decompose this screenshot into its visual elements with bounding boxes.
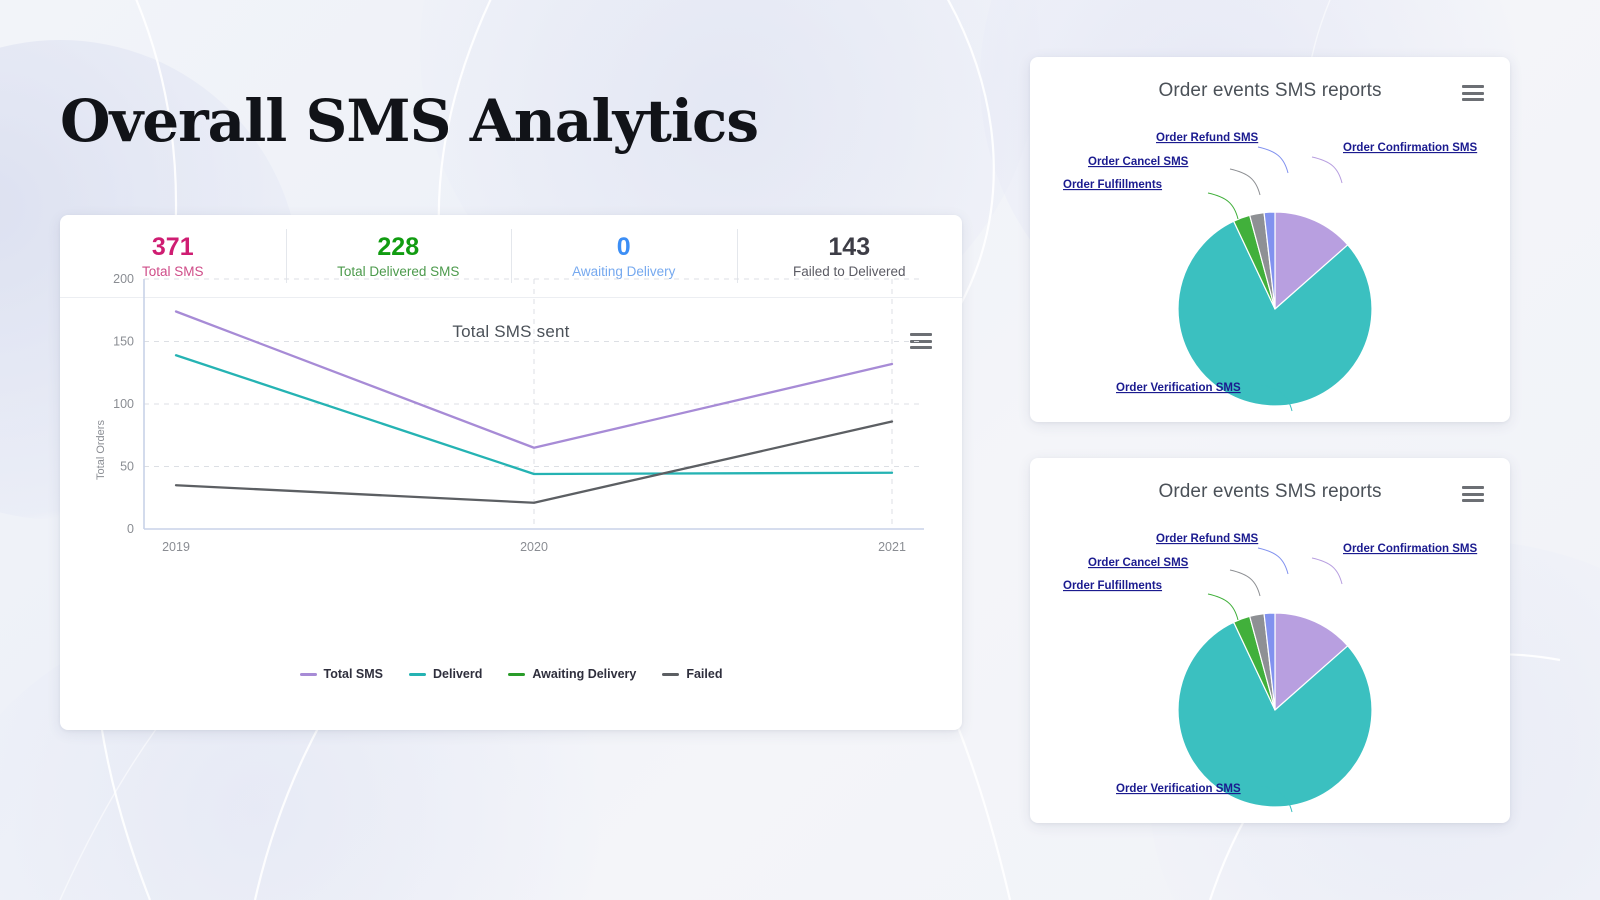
pie-slice-label[interactable]: Order Refund SMS	[1156, 132, 1259, 144]
pie-leader-line	[1207, 192, 1239, 220]
page-title: Overall SMS Analytics	[60, 87, 759, 155]
pie-leader-line	[1229, 168, 1261, 196]
legend-swatch	[299, 672, 317, 676]
legend-item[interactable]: Total SMS	[299, 667, 384, 681]
pie-slice-label[interactable]: Order Cancel SMS	[1088, 156, 1189, 168]
legend-label: Total SMS	[323, 667, 384, 681]
stat-value: 371	[151, 232, 194, 261]
svg-text:50: 50	[120, 460, 134, 474]
svg-text:200: 200	[113, 272, 134, 286]
legend-swatch	[409, 672, 427, 676]
order-events-sms-reports-card-1: Order events SMS reports Order Confirmat…	[1030, 57, 1510, 422]
hamburger-icon[interactable]	[1462, 85, 1484, 101]
pie-chart-area: Order Confirmation SMS Order Verification…	[1030, 506, 1510, 821]
legend-item[interactable]: Awaiting Delivery	[508, 667, 636, 681]
legend-label: Deliverd	[433, 667, 483, 681]
pie-slice-label[interactable]: Order Confirmation SMS	[1343, 142, 1478, 154]
pie-slice-label[interactable]: Order Confirmation SMS	[1343, 543, 1478, 555]
svg-text:2019: 2019	[162, 540, 190, 554]
x-axis-ticks: 2019 2020 2021	[162, 540, 906, 554]
order-events-sms-reports-card-2: Order events SMS reports Order Confirmat…	[1030, 458, 1510, 823]
hamburger-icon[interactable]	[1462, 486, 1484, 502]
svg-text:0: 0	[127, 522, 134, 536]
pie-chart-plot: Order Confirmation SMS Order Verification…	[1063, 533, 1478, 813]
svg-text:150: 150	[113, 335, 134, 349]
stat-value: 228	[377, 232, 420, 261]
pie-slice-label[interactable]: Order Refund SMS	[1156, 533, 1259, 545]
legend-swatch	[508, 672, 526, 676]
y-axis-label: Total Orders	[95, 420, 107, 480]
svg-text:2020: 2020	[520, 540, 548, 554]
pie-leader-line	[1311, 557, 1343, 585]
line-chart-plot: Total Orders 0 50 100 150 200 2019 2020 2021	[95, 272, 924, 554]
pie-slice-label[interactable]: Order Verification SMS	[1116, 783, 1241, 795]
pie-chart-plot: Order Confirmation SMS Order Verification…	[1063, 132, 1478, 412]
legend-label: Awaiting Delivery	[532, 667, 637, 681]
y-axis-ticks: 0 50 100 150 200	[113, 272, 134, 536]
pie-leader-line	[1229, 569, 1261, 597]
pie-leader-line	[1257, 146, 1289, 174]
stat-value: 0	[616, 232, 631, 261]
pie-slice-label[interactable]: Order Fulfillments	[1063, 179, 1162, 191]
legend-item[interactable]: Deliverd	[409, 667, 482, 681]
pie-leader-line	[1311, 156, 1343, 184]
pie-chart-area: Order Confirmation SMS Order Verification…	[1030, 105, 1510, 420]
stat-value: 143	[828, 232, 871, 261]
legend-swatch	[662, 672, 680, 676]
pie-card-title: Order events SMS reports	[1158, 481, 1382, 502]
sms-overview-card: 371 Total SMS 228 Total Delivered SMS 0 …	[60, 215, 962, 730]
svg-text:100: 100	[113, 397, 134, 411]
pie-leader-line	[1207, 593, 1239, 621]
line-chart-legend: Total SMS Deliverd Awaiting Delivery Fai…	[60, 667, 962, 681]
pie-card-title: Order events SMS reports	[1158, 80, 1382, 101]
svg-text:2021: 2021	[878, 540, 906, 554]
legend-item[interactable]: Failed	[662, 667, 722, 681]
pie-slice-label[interactable]: Order Fulfillments	[1063, 580, 1162, 592]
pie-slice-label[interactable]: Order Cancel SMS	[1088, 557, 1189, 569]
pie-leader-line	[1257, 547, 1289, 575]
pie-slice-label[interactable]: Order Verification SMS	[1116, 382, 1241, 394]
legend-label: Failed	[686, 667, 723, 681]
